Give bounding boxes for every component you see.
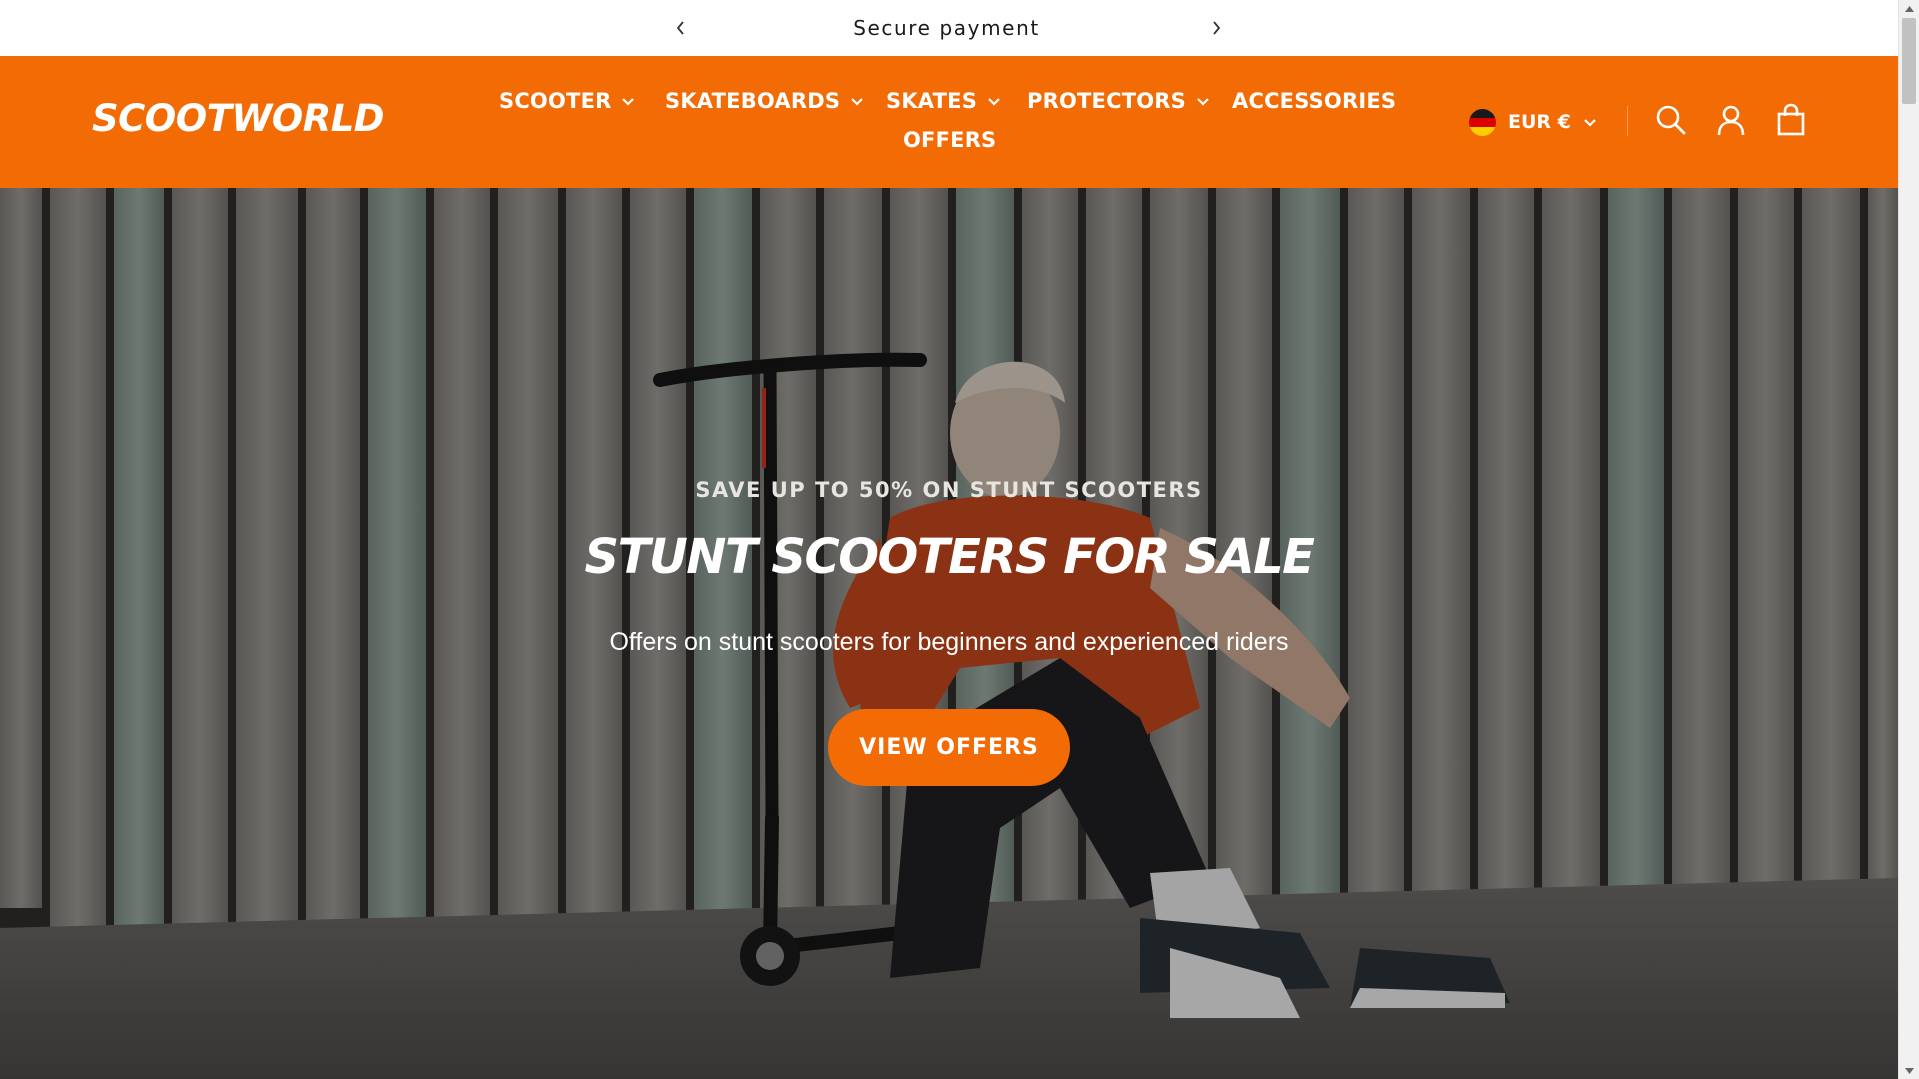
header-divider: [1627, 106, 1628, 136]
nav-item-label: SKATEBOARDS: [665, 89, 841, 113]
scrollbar-thumb[interactable]: [1902, 18, 1916, 104]
account-icon[interactable]: [1713, 102, 1749, 138]
currency-label: EUR €: [1508, 111, 1571, 133]
nav-item-label: PROTECTORS: [1027, 89, 1186, 113]
nav-item-label: OFFERS: [903, 128, 997, 152]
search-icon[interactable]: [1653, 102, 1689, 138]
site-header: SCOOTWORLD SCOOTER SKATEBOARDS SKATES PR…: [0, 56, 1898, 188]
scrollbar[interactable]: [1898, 0, 1919, 1079]
nav-item-label: ACCESSORIES: [1232, 89, 1397, 113]
page: Secure payment SCOOTWORLD SCOOTER SKATEB…: [0, 0, 1919, 1079]
germany-flag-icon: [1469, 109, 1496, 136]
hero-content: SAVE UP TO 50% ON STUNT SCOOTERS STUNT S…: [0, 188, 1898, 1079]
scroll-down-icon[interactable]: [1899, 1062, 1919, 1079]
chevron-down-icon: [987, 97, 1001, 107]
scroll-up-icon[interactable]: [1899, 0, 1919, 17]
nav-item-label: SKATES: [886, 89, 978, 113]
main-nav: SCOOTER SKATEBOARDS SKATES PROTECTORS AC…: [0, 87, 1898, 167]
view-offers-button[interactable]: VIEW OFFERS: [828, 709, 1070, 786]
announcement-message: Secure payment: [853, 16, 1040, 40]
nav-item-offers[interactable]: OFFERS: [903, 130, 996, 151]
nav-item-skateboards[interactable]: SKATEBOARDS: [665, 91, 864, 112]
hero-subtitle: Offers on stunt scooters for beginners a…: [609, 628, 1289, 656]
chevron-down-icon: [621, 97, 635, 107]
chevron-down-icon: [1583, 118, 1597, 128]
nav-item-protectors[interactable]: PROTECTORS: [1027, 91, 1210, 112]
chevron-down-icon: [850, 97, 864, 107]
hero-banner: SAVE UP TO 50% ON STUNT SCOOTERS STUNT S…: [0, 188, 1898, 1079]
cart-icon[interactable]: [1773, 102, 1809, 138]
nav-item-accessories[interactable]: ACCESSORIES: [1232, 91, 1396, 112]
nav-item-label: SCOOTER: [499, 89, 612, 113]
chevron-down-icon: [1196, 97, 1210, 107]
nav-item-skates[interactable]: SKATES: [886, 91, 1001, 112]
nav-item-scooter[interactable]: SCOOTER: [499, 91, 635, 112]
hero-kicker: SAVE UP TO 50% ON STUNT SCOOTERS: [695, 478, 1203, 502]
chevron-right-icon[interactable]: [1204, 16, 1228, 40]
hero-title: STUNT SCOOTERS FOR SALE: [584, 529, 1315, 585]
currency-selector[interactable]: EUR €: [1469, 109, 1597, 136]
announcement-bar: Secure payment: [0, 0, 1898, 56]
